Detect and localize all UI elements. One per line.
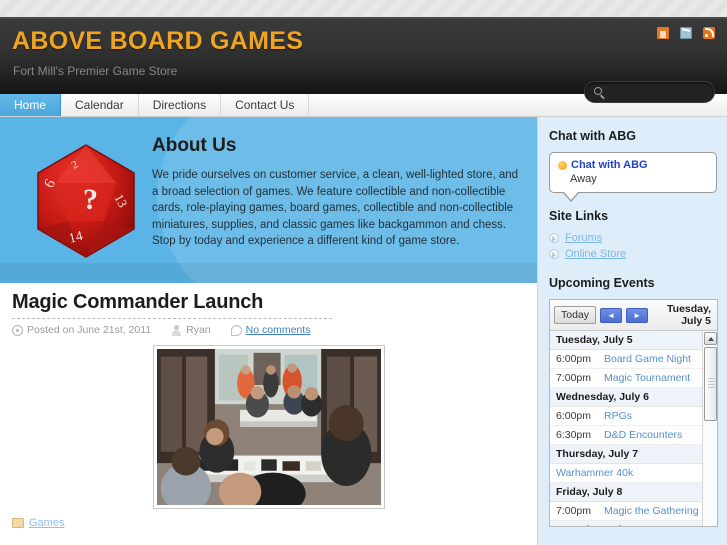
post-divider [12, 318, 332, 319]
page-layout: ? 6 13 14 2 About Us We pride ourselves … [0, 117, 727, 545]
chat-widget-heading: Chat with ABG [549, 129, 637, 143]
nav-item-calendar[interactable]: Calendar [61, 94, 139, 116]
calendar-event-row[interactable]: 6:00pm Board Game Night [550, 350, 717, 369]
calendar-current-date: Tuesday, July 5 [667, 303, 711, 327]
calendar-day-header: Thursday, July 7 [550, 445, 717, 464]
post-meta: Posted on June 21st, 2011 Ryan No commen… [12, 324, 525, 336]
post-comments-link[interactable]: No comments [246, 324, 311, 336]
event-time: 6:00pm [556, 353, 592, 365]
site-tagline: Fort Mill's Premier Game Store [13, 64, 178, 78]
nav-item-home[interactable]: Home [0, 94, 62, 116]
calendar-event-row[interactable]: Warhammer 40k [550, 464, 717, 483]
calendar-event-row[interactable]: 7:00pm Magic the Gathering [550, 502, 717, 521]
mail-icon[interactable] [680, 27, 692, 39]
calendar-event-row[interactable]: 7:00pm Magic Tournament [550, 369, 717, 388]
arrow-bullet-icon [549, 249, 559, 259]
site-title: ABOVE BOARD GAMES [12, 27, 304, 55]
event-name[interactable]: Magic the Gathering [604, 505, 699, 517]
nav-item-directions[interactable]: Directions [138, 94, 222, 116]
nav-item-contact-us[interactable]: Contact Us [221, 94, 310, 116]
page-root: ABOVE BOARD GAMES Fort Mill's Premier Ga… [0, 0, 727, 545]
event-name[interactable]: D&D Encounters [604, 429, 682, 441]
post-category-link[interactable]: Games [29, 517, 64, 529]
site-links-block: Site Links Forums Online Store [549, 209, 717, 260]
event-time: 6:30pm [556, 429, 592, 441]
post-comments-group: No comments [230, 324, 311, 336]
scrollbar-thumb[interactable] [703, 347, 717, 421]
sidebar: Chat with ABG Chat with ABG Away Site Li… [537, 117, 727, 545]
rss-icon[interactable] [703, 27, 715, 39]
event-name[interactable]: RPGs [604, 410, 632, 422]
about-us-title: About Us [152, 135, 237, 156]
post-date: Posted on June 21st, 2011 [27, 324, 152, 336]
calendar-scrollbar[interactable] [702, 331, 717, 526]
site-link-forums[interactable]: Forums [565, 232, 602, 244]
folder-icon [12, 518, 24, 528]
calendar-event-row[interactable]: 6:00pm RPGs [550, 407, 717, 426]
clock-icon [12, 324, 23, 336]
prev-day-button[interactable]: ◄ [600, 307, 623, 323]
site-link-row-online-store[interactable]: Online Store [549, 248, 717, 260]
comment-bubble-icon [230, 324, 242, 336]
upcoming-events-block: Upcoming Events Today ◄ ► Tuesday, July … [549, 276, 718, 527]
calendar-day-header: Tuesday, July 5 [550, 331, 717, 350]
chat-widget-name[interactable]: Chat with ABG [571, 159, 648, 171]
event-time: 7:00pm [556, 372, 592, 384]
scroll-up-button[interactable] [703, 332, 717, 345]
calendar-day-header: Friday, July 8 [550, 483, 717, 502]
header-icon-group [657, 27, 715, 39]
site-link-online-store[interactable]: Online Store [565, 248, 626, 260]
event-name[interactable]: Board Game Night [604, 353, 691, 365]
d20-die-image: ? 6 13 14 2 [30, 141, 142, 259]
next-day-button[interactable]: ► [626, 307, 649, 323]
about-us-body: About Us We pride ourselves on customer … [152, 135, 522, 250]
post-author: Ryan [186, 324, 211, 336]
event-time: 7:00pm [556, 505, 592, 517]
calendar-event-row[interactable]: 6:30pm D&D Encounters [550, 426, 717, 445]
search-icon [594, 87, 602, 95]
site-links-heading: Site Links [549, 209, 609, 223]
calendar-day-header: Saturday, July 9 [550, 521, 717, 526]
blog-post: Magic Commander Launch Posted on June 21… [0, 291, 537, 529]
about-us-hero: ? 6 13 14 2 About Us We pride ourselves … [0, 117, 537, 283]
calendar-event-list: Tuesday, July 5 6:00pm Board Game Night … [550, 331, 717, 526]
post-title: Magic Commander Launch [12, 291, 264, 313]
about-us-text: We pride ourselves on customer service, … [152, 169, 519, 247]
site-link-row-forums[interactable]: Forums [549, 232, 717, 244]
chat-widget-row: Chat with ABG [558, 159, 708, 171]
upcoming-events-heading: Upcoming Events [549, 276, 655, 290]
calendar-toolbar: Today ◄ ► Tuesday, July 5 [550, 300, 717, 331]
post-photo [152, 345, 385, 509]
event-name[interactable]: Warhammer 40k [556, 467, 633, 479]
events-calendar: Today ◄ ► Tuesday, July 5 Tuesday, July … [549, 299, 718, 527]
chat-widget-status: Away [570, 173, 597, 185]
home-icon[interactable] [657, 27, 669, 39]
today-button[interactable]: Today [554, 306, 597, 324]
search-box[interactable] [584, 81, 715, 103]
top-decorative-stripe [0, 0, 727, 19]
svg-text:?: ? [83, 183, 98, 216]
event-time: 6:00pm [556, 410, 592, 422]
post-category: Games [12, 517, 525, 529]
post-date-group: Posted on June 21st, 2011 [12, 324, 151, 336]
arrow-bullet-icon [549, 233, 559, 243]
chat-widget[interactable]: Chat with ABG Away [549, 152, 717, 202]
user-icon [171, 324, 182, 336]
post-author-group: Ryan [171, 324, 211, 336]
status-away-icon [558, 160, 567, 170]
search-input[interactable] [609, 84, 709, 101]
calendar-day-header: Wednesday, July 6 [550, 388, 717, 407]
site-header: ABOVE BOARD GAMES Fort Mill's Premier Ga… [0, 19, 727, 103]
event-name[interactable]: Magic Tournament [604, 372, 690, 384]
